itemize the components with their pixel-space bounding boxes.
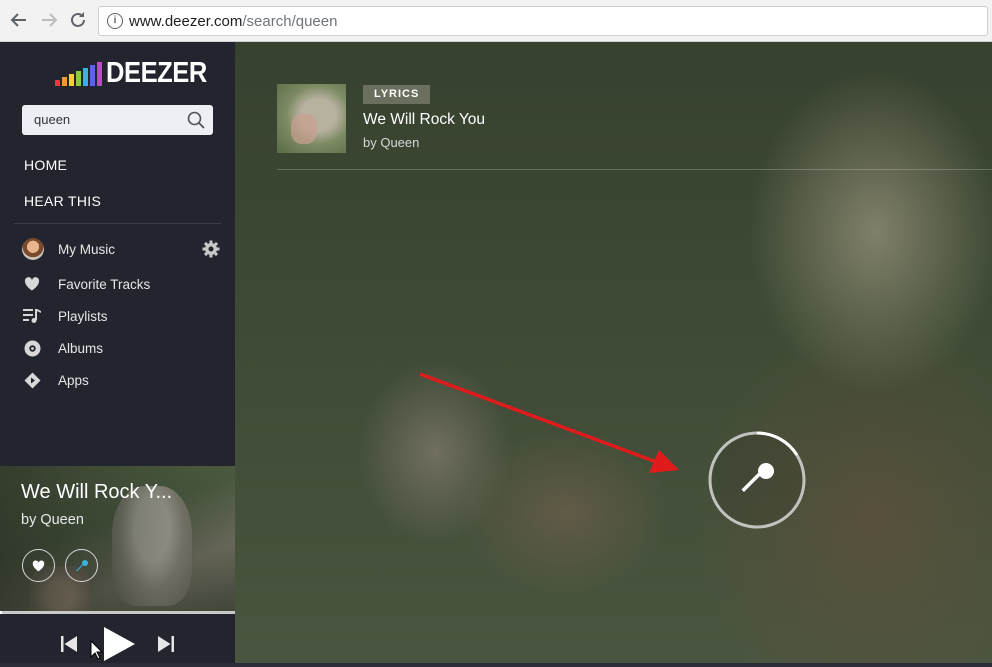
logo-bar [55, 80, 60, 86]
play-icon[interactable] [102, 626, 136, 667]
apps-diamond-icon [22, 370, 42, 390]
sidebar-item-label: Apps [58, 372, 89, 388]
annotation-arrow [419, 372, 679, 473]
sidebar-item-albums[interactable]: Albums [22, 337, 103, 359]
sidebar-divider [14, 223, 221, 224]
back-arrow-icon[interactable] [8, 9, 30, 31]
gear-icon[interactable] [202, 240, 220, 258]
sidebar: DEEZER HOME HEAR THIS My Music Favorite … [0, 42, 235, 663]
heart-icon [22, 274, 42, 294]
search-box [22, 105, 213, 135]
equalizer-logo-icon [55, 62, 102, 86]
sidebar-item-label: Favorite Tracks [58, 276, 151, 292]
avatar [22, 238, 44, 260]
lyrics-microphone-button[interactable] [707, 430, 807, 530]
playlist-icon [22, 306, 42, 326]
sidebar-item-favorite-tracks[interactable]: Favorite Tracks [22, 273, 150, 295]
sidebar-item-apps[interactable]: Apps [22, 369, 89, 391]
previous-track-icon[interactable] [60, 635, 78, 658]
next-track-icon[interactable] [157, 635, 175, 658]
heart-icon [32, 559, 45, 571]
logo-bar [90, 65, 95, 86]
search-icon[interactable] [187, 111, 205, 129]
sidebar-item-playlists[interactable]: Playlists [22, 305, 108, 327]
sidebar-item-label: My Music [58, 241, 115, 257]
address-bar[interactable]: i www.deezer.com/search/queen [98, 6, 988, 36]
nav-home[interactable]: HOME [24, 157, 67, 173]
forward-arrow-icon[interactable] [38, 9, 60, 31]
microphone-icon [75, 559, 88, 571]
logo-bar [62, 77, 67, 86]
sidebar-item-label: Albums [58, 340, 104, 356]
logo-bar [76, 71, 81, 86]
player-controls [0, 614, 235, 663]
lyrics-button[interactable] [65, 549, 98, 582]
now-playing-card: We Will Rock Y... by Queen [0, 466, 235, 614]
favorite-button[interactable] [22, 549, 55, 582]
logo-bar [97, 62, 102, 86]
album-disc-icon [22, 338, 42, 358]
logo-text: DEEZER [106, 57, 207, 89]
now-playing-artist[interactable]: by Queen [21, 512, 84, 528]
search-input[interactable] [34, 112, 184, 127]
browser-toolbar: i www.deezer.com/search/queen [0, 0, 992, 42]
now-playing-title[interactable]: We Will Rock Y... [21, 481, 172, 504]
logo-bar [69, 74, 74, 86]
logo-bar [83, 68, 88, 86]
sidebar-item-label: Playlists [58, 308, 108, 324]
url-text: www.deezer.com/search/queen [129, 13, 338, 30]
nav-hear-this[interactable]: HEAR THIS [24, 193, 101, 209]
reload-icon[interactable] [67, 9, 89, 31]
info-icon[interactable]: i [107, 13, 123, 29]
lyrics-view: LYRICS We Will Rock You by Queen [235, 42, 992, 663]
mouse-cursor-icon [90, 639, 104, 665]
sidebar-item-my-music[interactable]: My Music [22, 238, 115, 260]
deezer-logo[interactable]: DEEZER [55, 57, 221, 89]
